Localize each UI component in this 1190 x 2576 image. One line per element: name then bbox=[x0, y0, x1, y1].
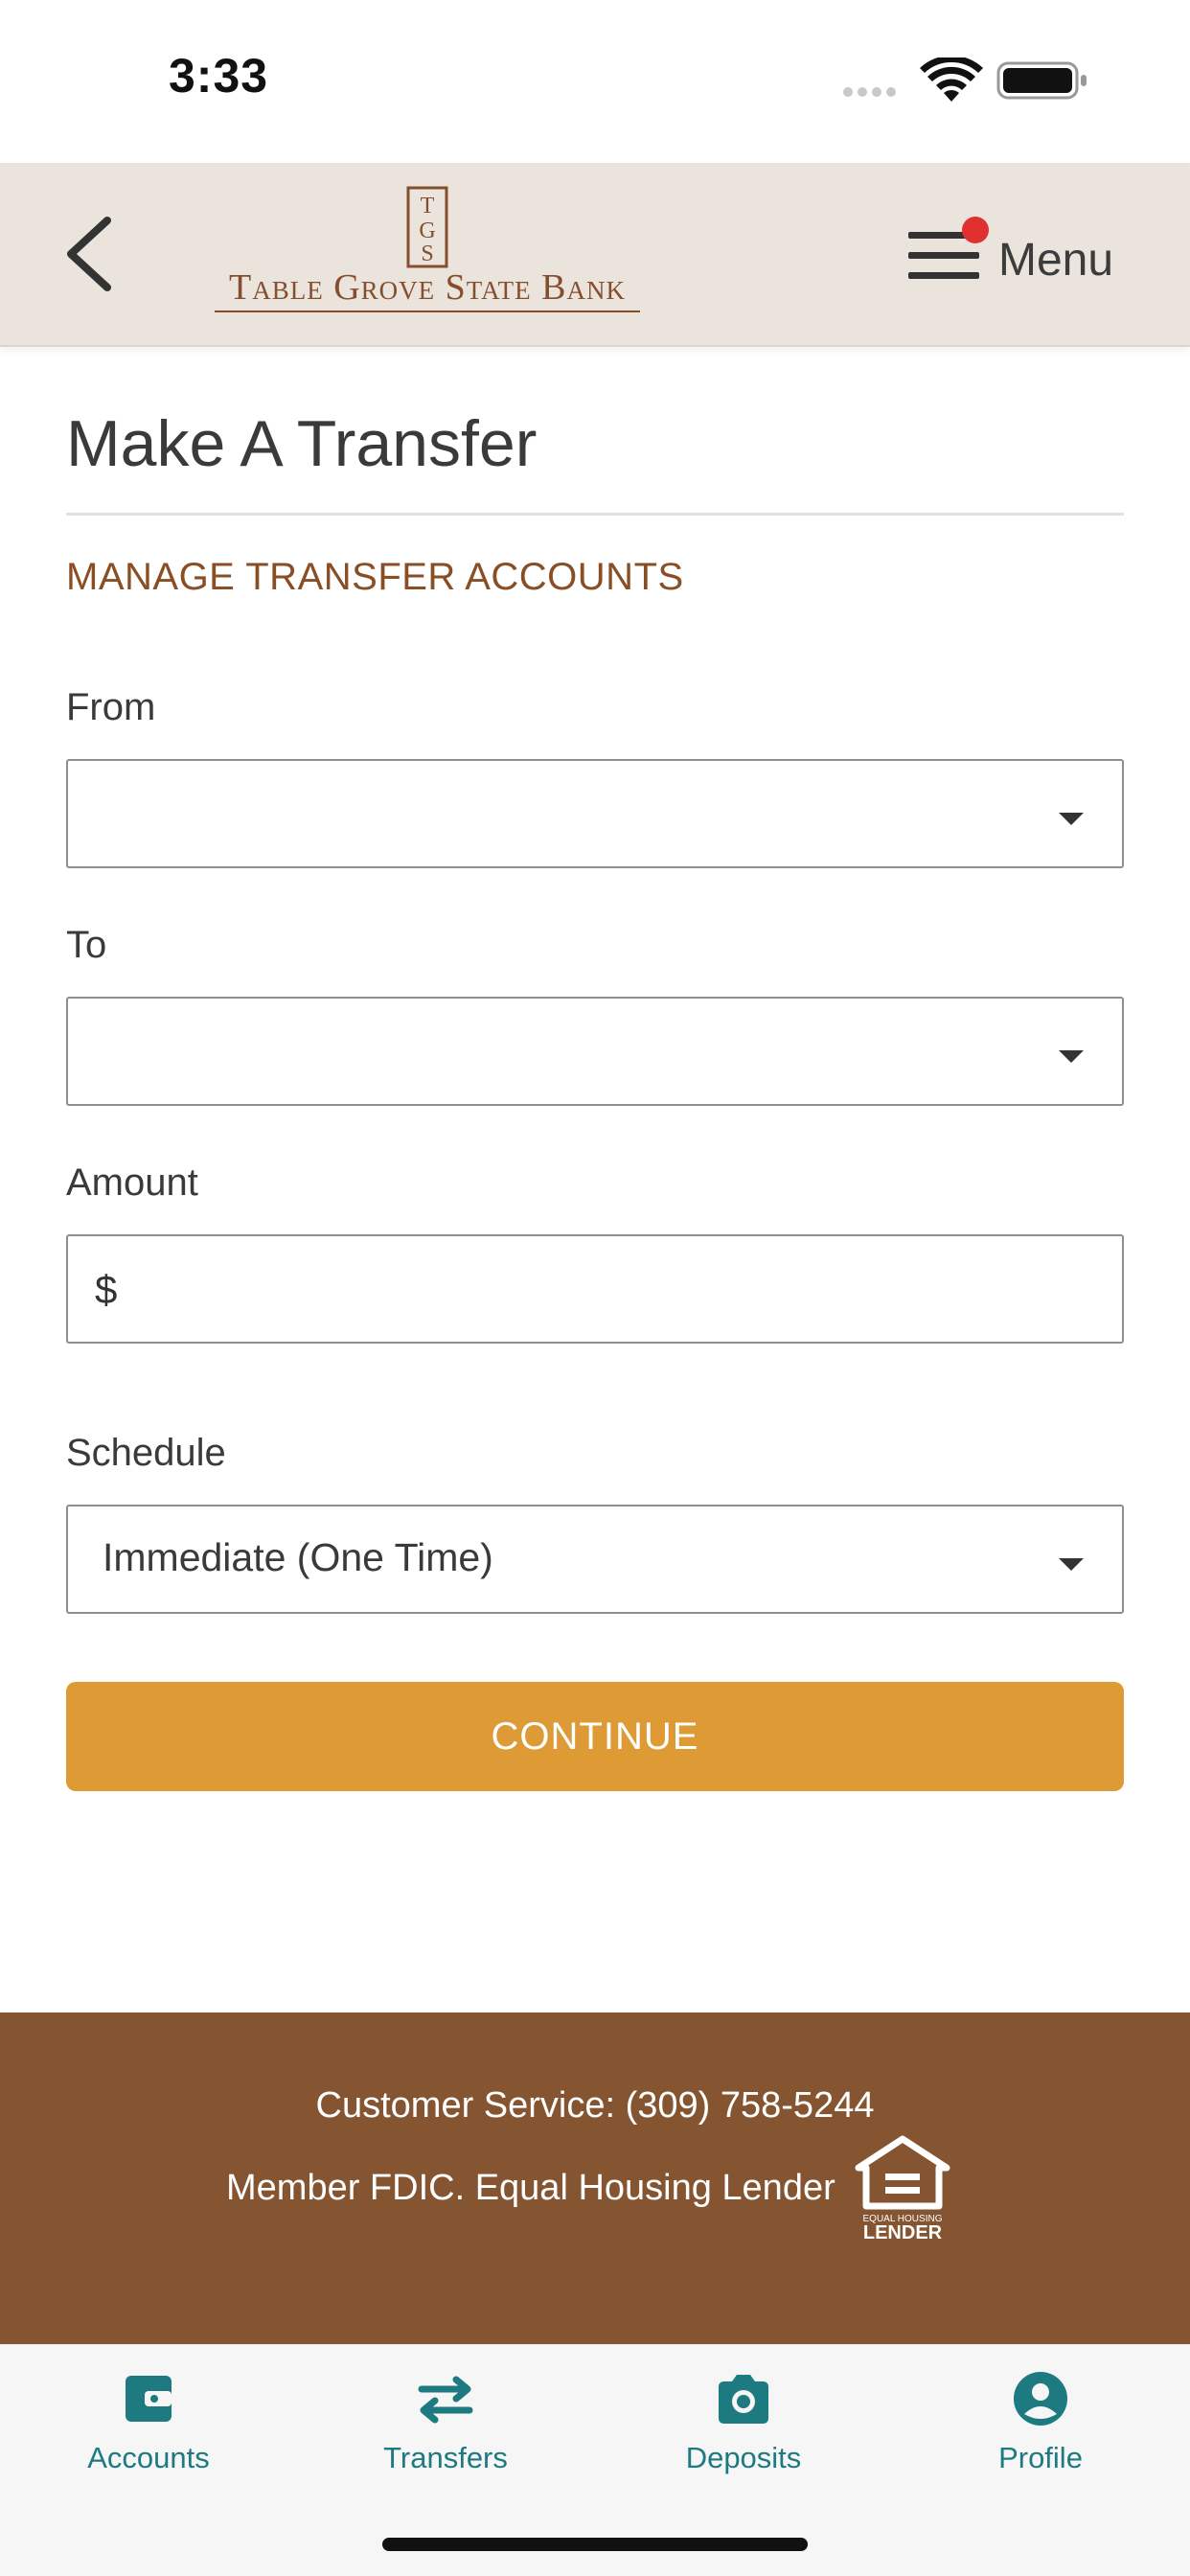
amount-label: Amount bbox=[66, 1162, 198, 1204]
cellular-signal-icon bbox=[843, 84, 904, 98]
bank-name: Table Grove State Bank bbox=[215, 266, 640, 312]
customer-service-phone[interactable]: Customer Service: (309) 758-5244 bbox=[0, 2085, 1190, 2127]
tab-label-accounts: Accounts bbox=[87, 2441, 210, 2474]
dropdown-caret-icon bbox=[1059, 1050, 1084, 1063]
transfer-arrows-icon bbox=[418, 2376, 473, 2424]
tab-label-deposits: Deposits bbox=[685, 2441, 802, 2474]
home-indicator[interactable] bbox=[382, 2538, 808, 2551]
tab-deposits[interactable]: Deposits bbox=[638, 2370, 849, 2495]
menu-label: Menu bbox=[998, 235, 1114, 286]
page-title: Make A Transfer bbox=[66, 407, 538, 480]
bank-logo: T G S Table Grove State Bank bbox=[215, 184, 640, 328]
schedule-select[interactable]: Immediate (One Time) bbox=[66, 1505, 1124, 1614]
notification-badge bbox=[962, 217, 989, 243]
back-chevron-icon[interactable] bbox=[57, 211, 125, 297]
amount-input[interactable]: $ bbox=[66, 1234, 1124, 1344]
schedule-label: Schedule bbox=[66, 1432, 226, 1474]
tab-transfers[interactable]: Transfers bbox=[340, 2370, 551, 2495]
svg-text:S: S bbox=[421, 242, 433, 266]
transfer-screen: 3:33 T G S Table Grove State Bank Menu M… bbox=[0, 0, 1190, 2576]
schedule-value: Immediate (One Time) bbox=[103, 1535, 493, 1579]
to-label: To bbox=[66, 924, 107, 966]
menu-button[interactable]: Menu bbox=[908, 209, 1157, 305]
tab-accounts[interactable]: Accounts bbox=[43, 2370, 254, 2495]
status-time: 3:33 bbox=[169, 49, 269, 103]
status-bar: 3:33 bbox=[0, 0, 1190, 163]
continue-button[interactable]: CONTINUE bbox=[66, 1682, 1124, 1791]
equal-housing-lender-icon: EQUAL HOUSING LENDER bbox=[855, 2135, 950, 2242]
footer: Customer Service: (309) 758-5244 Member … bbox=[0, 2012, 1190, 2344]
app-header: T G S Table Grove State Bank Menu bbox=[0, 163, 1190, 347]
tgsb-monogram-icon: T G S bbox=[406, 186, 448, 268]
tab-label-transfers: Transfers bbox=[383, 2441, 508, 2474]
manage-transfer-accounts-link[interactable]: MANAGE TRANSFER ACCOUNTS bbox=[66, 556, 684, 599]
tab-label-profile: Profile bbox=[998, 2441, 1083, 2474]
wifi-icon bbox=[920, 58, 983, 102]
svg-text:T: T bbox=[421, 194, 435, 218]
tab-profile[interactable]: Profile bbox=[935, 2370, 1146, 2495]
svg-text:G: G bbox=[419, 218, 435, 243]
title-divider bbox=[66, 513, 1124, 516]
dropdown-caret-icon bbox=[1059, 1558, 1084, 1571]
camera-icon bbox=[719, 2375, 768, 2424]
battery-icon bbox=[996, 61, 1087, 100]
profile-icon bbox=[1014, 2372, 1067, 2426]
from-label: From bbox=[66, 686, 156, 728]
currency-prefix: $ bbox=[95, 1267, 118, 1312]
ehl-bottom-text: LENDER bbox=[863, 2222, 943, 2242]
member-fdic-text: Member FDIC. Equal Housing Lender bbox=[226, 2168, 835, 2208]
from-account-select[interactable] bbox=[66, 759, 1124, 868]
wallet-icon bbox=[126, 2376, 172, 2422]
dropdown-caret-icon bbox=[1059, 813, 1084, 825]
to-account-select[interactable] bbox=[66, 997, 1124, 1106]
